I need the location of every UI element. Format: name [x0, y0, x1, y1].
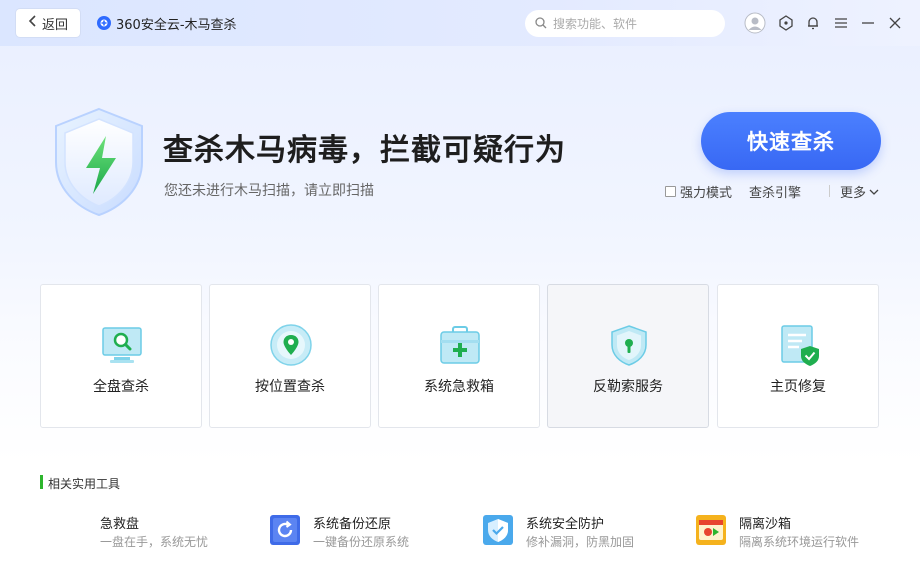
scan-engine-label: 查杀引擎 — [749, 186, 802, 201]
section-title: 相关实用工具 — [48, 477, 121, 491]
card-homepage-repair[interactable]: 主页修复 — [717, 284, 879, 428]
quick-scan-button[interactable]: 快速查杀 — [701, 112, 881, 170]
skin-icon[interactable] — [776, 13, 796, 33]
title-bar: 返回 360安全云-木马查杀 — [0, 0, 920, 46]
strong-mode-label: 强力模式 — [680, 186, 733, 201]
tool-rescue-disk-name[interactable]: 急救盘 — [100, 513, 139, 532]
tool-backup-restore-name[interactable]: 系统备份还原 — [313, 513, 391, 532]
strong-mode-checkbox[interactable] — [665, 186, 676, 197]
user-avatar-icon[interactable] — [744, 12, 766, 34]
tool-system-protection-name[interactable]: 系统安全防护 — [526, 513, 604, 532]
card-label: 系统急救箱 — [424, 379, 494, 395]
card-label: 按位置查杀 — [255, 379, 325, 395]
card-label: 主页修复 — [770, 379, 826, 395]
bell-icon[interactable] — [803, 13, 823, 33]
chevron-left-icon — [28, 15, 38, 31]
back-label: 返回 — [41, 17, 68, 33]
minimize-icon[interactable] — [858, 13, 878, 33]
card-scan-by-location[interactable]: 按位置查杀 — [209, 284, 371, 428]
chevron-down-icon — [869, 188, 879, 196]
close-icon[interactable] — [885, 13, 905, 33]
page-check-icon — [777, 323, 821, 367]
search-input[interactable] — [553, 16, 713, 31]
backup-restore-icon[interactable] — [270, 515, 300, 545]
back-button[interactable]: 返回 — [16, 9, 80, 37]
hero-subtitle: 您还未进行木马扫描，请立即扫描 — [164, 183, 374, 199]
search-box[interactable] — [525, 10, 725, 37]
tool-rescue-disk-desc: 一盘在手，系统无忧 — [100, 535, 209, 549]
tool-sandbox-desc: 隔离系统环境运行软件 — [739, 535, 860, 549]
section-accent-bar — [40, 475, 43, 489]
location-pin-icon — [269, 323, 313, 367]
card-label: 全盘查杀 — [93, 379, 149, 395]
tool-sandbox-name[interactable]: 隔离沙箱 — [739, 513, 791, 532]
360-logo-icon — [96, 15, 112, 31]
strong-mode-toggle[interactable]: 强力模式 — [665, 182, 732, 201]
security-shield-icon[interactable] — [483, 515, 513, 545]
lightning-shield-icon — [50, 106, 148, 218]
shield-lock-icon — [607, 323, 651, 367]
divider — [829, 185, 830, 197]
card-system-first-aid[interactable]: 系统急救箱 — [378, 284, 540, 428]
window-title: 360安全云-木马查杀 — [116, 18, 237, 33]
more-dropdown[interactable]: 更多 — [840, 182, 879, 201]
tool-backup-restore-desc: 一键备份还原系统 — [313, 535, 410, 549]
hero-title: 查杀木马病毒，拦截可疑行为 — [163, 133, 566, 168]
more-label: 更多 — [840, 186, 867, 201]
card-anti-ransomware[interactable]: 反勒索服务 — [547, 284, 709, 428]
first-aid-kit-icon — [438, 323, 482, 367]
menu-icon[interactable] — [831, 13, 851, 33]
scan-engine-link[interactable]: 查杀引擎 — [749, 182, 801, 201]
card-label: 反勒索服务 — [593, 379, 663, 395]
monitor-search-icon — [100, 323, 144, 367]
sandbox-icon[interactable] — [696, 515, 726, 545]
tool-system-protection-desc: 修补漏洞，防黑加固 — [526, 535, 635, 549]
card-full-scan[interactable]: 全盘查杀 — [40, 284, 202, 428]
search-icon — [535, 14, 547, 33]
